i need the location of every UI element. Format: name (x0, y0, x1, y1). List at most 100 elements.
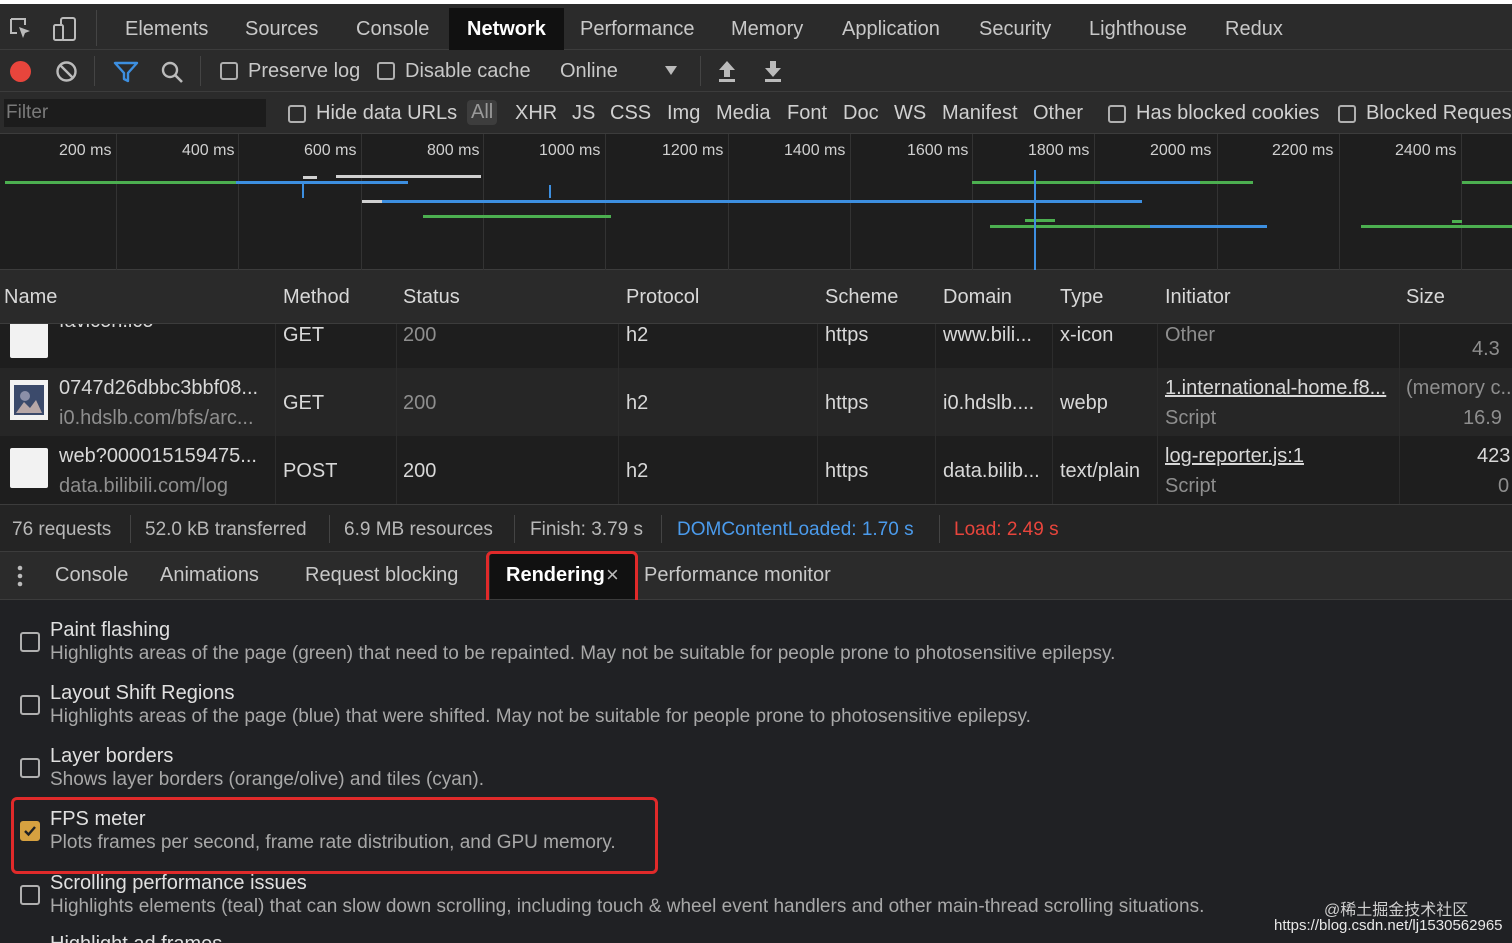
inspect-element-icon[interactable] (8, 16, 34, 42)
grid-line (238, 134, 239, 270)
request-status: 200 (403, 392, 437, 414)
tab-application[interactable]: Application (824, 8, 958, 50)
timeline-overview[interactable]: 200 ms 400 ms 600 ms 800 ms 1000 ms 1200… (0, 134, 1512, 270)
resources-size: 6.9 MB resources (344, 519, 493, 540)
column-header-method[interactable]: Method (283, 286, 350, 309)
hide-data-urls-checkbox[interactable] (288, 105, 306, 123)
drawer-tab-animations[interactable]: Animations (160, 564, 259, 587)
column-header-protocol[interactable]: Protocol (626, 286, 699, 309)
disable-cache-checkbox[interactable] (377, 62, 395, 80)
column-divider (1157, 324, 1158, 504)
drawer-tab-request-blocking[interactable]: Request blocking (305, 564, 458, 587)
filter-type-css[interactable]: CSS (610, 102, 651, 125)
transferred-size: 52.0 kB transferred (145, 519, 307, 540)
request-type: x-icon (1060, 324, 1114, 346)
scrolling-performance-issues-checkbox[interactable] (20, 885, 40, 905)
device-toolbar-icon[interactable] (52, 16, 78, 42)
column-divider (275, 324, 276, 504)
drawer-tab-performance-monitor[interactable]: Performance monitor (644, 564, 831, 587)
grid-line (1217, 134, 1218, 270)
tab-memory[interactable]: Memory (713, 8, 821, 50)
paint-flashing-checkbox[interactable] (20, 632, 40, 652)
watermark-url: https://blog.csdn.net/lj1530562965 (1274, 917, 1503, 934)
request-type: text/plain (1060, 460, 1141, 482)
filter-type-doc[interactable]: Doc (843, 102, 879, 125)
network-summary-bar: 76 requests 52.0 kB transferred 6.9 MB r… (0, 504, 1512, 552)
filter-type-ws[interactable]: WS (894, 102, 926, 125)
request-method: GET (283, 392, 325, 414)
column-header-domain[interactable]: Domain (943, 286, 1012, 309)
divider (514, 515, 515, 543)
request-name: web?000015159475... (59, 445, 257, 467)
request-domain: www.bili... (943, 324, 1032, 346)
tab-sources[interactable]: Sources (227, 8, 336, 50)
layer-borders-checkbox[interactable] (20, 758, 40, 778)
filter-type-js[interactable]: JS (572, 102, 595, 125)
tab-elements[interactable]: Elements (107, 8, 226, 50)
throttling-select[interactable]: Online (560, 50, 688, 92)
table-row[interactable]: 0747d26dbbc3bbf08... i0.hdslb.com/bfs/ar… (0, 368, 1512, 436)
column-header-size[interactable]: Size (1406, 286, 1445, 309)
timeline-bar (1462, 181, 1512, 184)
tab-lighthouse[interactable]: Lighthouse (1071, 8, 1205, 50)
time-tick: 2200 ms (1272, 142, 1334, 159)
hide-data-urls-label: Hide data URLs (316, 102, 458, 124)
load-time: Load: 2.49 s (954, 519, 1059, 540)
preserve-log-checkbox[interactable] (220, 62, 238, 80)
drawer-tab-bar: Console Animations Request blocking Rend… (0, 552, 1512, 600)
has-blocked-cookies-checkbox[interactable] (1108, 105, 1126, 123)
record-icon[interactable] (10, 61, 31, 82)
divider (329, 515, 330, 543)
table-row[interactable]: favicon.ico GET 200 h2 https www.bili...… (0, 324, 1512, 368)
request-size: 0 (1498, 475, 1510, 497)
column-header-type[interactable]: Type (1060, 286, 1103, 309)
import-har-icon[interactable] (716, 59, 738, 83)
request-status: 200 (403, 324, 437, 346)
time-tick: 1400 ms (784, 142, 846, 159)
blocked-requests-checkbox[interactable] (1338, 105, 1356, 123)
timeline-bar (303, 176, 317, 179)
filter-type-other[interactable]: Other (1033, 102, 1083, 125)
filter-type-xhr[interactable]: XHR (515, 102, 557, 125)
option-description: Shows layer borders (orange/olive) and t… (50, 769, 485, 790)
column-header-initiator[interactable]: Initiator (1165, 286, 1231, 309)
time-tick: 1800 ms (1028, 142, 1090, 159)
timeline-bar (1361, 225, 1512, 228)
initiator-link[interactable]: log-reporter.js:1 (1165, 445, 1304, 468)
export-har-icon[interactable] (762, 59, 784, 83)
request-protocol: h2 (626, 392, 649, 414)
more-tools-icon[interactable] (16, 564, 24, 588)
timeline-bar (1025, 219, 1055, 222)
table-row[interactable]: web?000015159475... data.bilibili.com/lo… (0, 436, 1512, 504)
requests-table-header: Name Method Status Protocol Scheme Domai… (0, 270, 1512, 324)
timeline-bar (362, 200, 1142, 203)
tab-performance[interactable]: Performance (562, 8, 713, 50)
filter-type-all[interactable]: All (467, 100, 498, 125)
tab-security[interactable]: Security (961, 8, 1069, 50)
filter-type-font[interactable]: Font (787, 102, 827, 125)
tab-redux[interactable]: Redux (1207, 8, 1301, 50)
tab-console[interactable]: Console (338, 8, 447, 50)
filter-icon[interactable] (113, 61, 139, 83)
filter-type-media[interactable]: Media (716, 102, 770, 125)
column-divider (817, 324, 818, 504)
divider (939, 515, 940, 543)
blocked-requests-label: Blocked Reques (1366, 102, 1512, 124)
request-domain: i0.hdslb.... (943, 392, 1035, 414)
column-divider (935, 324, 936, 504)
filter-type-img[interactable]: Img (667, 102, 700, 125)
column-header-status[interactable]: Status (403, 286, 460, 309)
initiator-link[interactable]: 1.international-home.f8... (1165, 377, 1386, 400)
column-header-scheme[interactable]: Scheme (825, 286, 898, 309)
column-header-name[interactable]: Name (4, 286, 57, 309)
search-icon[interactable] (160, 60, 184, 84)
throttling-value: Online (560, 60, 618, 82)
tab-network[interactable]: Network (449, 8, 564, 50)
filter-input[interactable] (4, 99, 266, 127)
timeline-bar (1150, 225, 1267, 228)
filter-type-manifest[interactable]: Manifest (942, 102, 1018, 125)
drawer-tab-console[interactable]: Console (55, 564, 128, 587)
clear-icon[interactable] (55, 60, 78, 83)
layout-shift-regions-checkbox[interactable] (20, 695, 40, 715)
column-divider (618, 324, 619, 504)
